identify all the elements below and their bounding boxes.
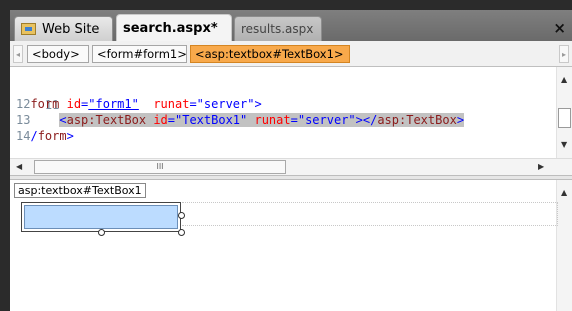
code-punct: > xyxy=(456,113,465,127)
source-horizontal-scrollbar[interactable]: ◀ III ▶ xyxy=(10,158,572,175)
resize-handle-right[interactable] xyxy=(178,212,185,219)
source-editor[interactable]: 11 12form id="form1" runat="server"> 13 … xyxy=(10,67,556,158)
line-number: 13 xyxy=(16,113,31,127)
textbox-control[interactable] xyxy=(24,205,178,229)
tab-search-aspx[interactable]: search.aspx* xyxy=(116,14,232,41)
tab-label: Web Site xyxy=(42,21,100,37)
tab-label: search.aspx* xyxy=(123,20,218,36)
source-vertical-scrollbar[interactable]: ▲ ▼ xyxy=(556,67,572,158)
code-tag: form xyxy=(37,129,67,143)
code-punct: > xyxy=(66,129,74,143)
folder-icon xyxy=(21,23,36,35)
code-line-14: 14/form> xyxy=(16,128,74,144)
form-boundary xyxy=(182,202,558,226)
tab-label: results.aspx xyxy=(241,22,314,36)
code-line-12: 12form id="form1" runat="server"> xyxy=(16,97,262,111)
selected-element-label: asp:textbox#TextBox1 xyxy=(14,183,146,198)
code-line-13: 13 <asp:TextBox id="TextBox1" runat="ser… xyxy=(16,113,465,127)
resize-handle-bottom[interactable] xyxy=(98,229,105,236)
scroll-up-icon[interactable]: ▲ xyxy=(561,75,567,84)
scroll-left-icon[interactable]: ◂ xyxy=(13,45,23,63)
resize-handle-corner[interactable] xyxy=(178,229,185,236)
scroll-down-icon[interactable]: ▼ xyxy=(561,140,567,149)
scroll-right-icon[interactable]: ▶ xyxy=(538,162,544,171)
code-punct: > xyxy=(254,97,262,111)
code-value: "TextBox1" xyxy=(175,113,248,127)
design-vertical-scrollbar[interactable]: ▲ xyxy=(556,180,572,311)
code-attr: runat xyxy=(254,113,291,127)
code-punct: < xyxy=(59,113,67,127)
code-value: "form1" xyxy=(88,97,139,111)
code-attr: id xyxy=(66,97,82,111)
tag-selector-bar: ◂ <body> <form#form1> <asp:textbox#TextB… xyxy=(10,41,572,67)
code-tag: form xyxy=(30,97,60,111)
breadcrumb-form[interactable]: <form#form1> xyxy=(92,45,187,63)
code-punct: / xyxy=(30,129,38,143)
code-tag: asp:TextBox xyxy=(377,113,457,127)
tab-web-site[interactable]: Web Site xyxy=(14,16,113,41)
code-attr: id xyxy=(153,113,168,127)
code-attr: runat xyxy=(153,97,190,111)
design-surface[interactable] xyxy=(10,180,556,311)
tab-results-aspx[interactable]: results.aspx xyxy=(234,16,322,41)
line-number: 12 xyxy=(16,97,31,111)
code-line-11: 11 xyxy=(16,81,59,112)
scroll-up-icon[interactable]: ▲ xyxy=(561,188,567,197)
code-value: "server" xyxy=(196,97,255,111)
line-number: 14 xyxy=(16,129,31,143)
scroll-left-icon[interactable]: ◀ xyxy=(16,162,22,171)
breadcrumb-body[interactable]: <body> xyxy=(27,45,89,63)
code-tag: asp:TextBox xyxy=(66,113,147,127)
scroll-right-icon[interactable]: ▸ xyxy=(559,45,569,63)
scrollbar-thumb[interactable] xyxy=(558,108,571,128)
close-document-button[interactable]: × xyxy=(553,19,566,37)
code-value: "server" xyxy=(297,113,356,127)
scrollbar-thumb[interactable]: III xyxy=(34,160,286,174)
breadcrumb-textbox[interactable]: <asp:textbox#TextBox1> xyxy=(190,45,350,63)
code-punct: ></ xyxy=(355,113,378,127)
document-tab-bar: Web Site search.aspx* results.aspx × xyxy=(10,10,572,41)
